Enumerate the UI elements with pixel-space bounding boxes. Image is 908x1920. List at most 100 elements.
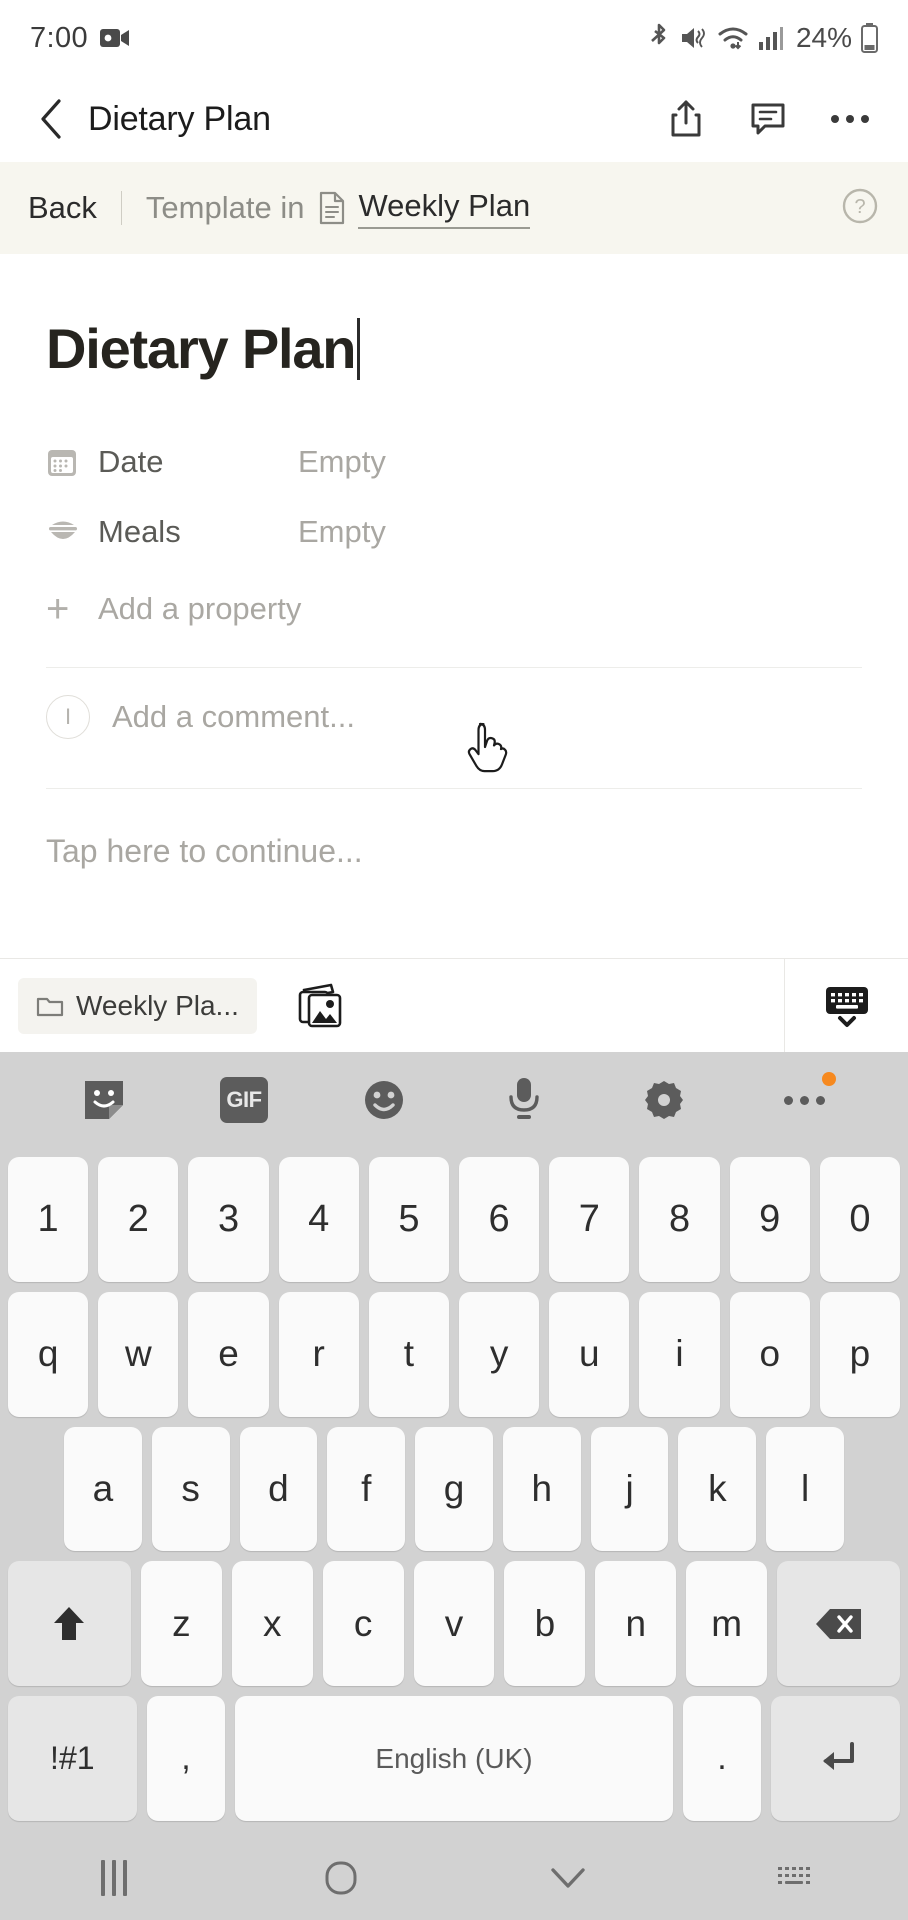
share-button[interactable] (662, 95, 710, 143)
comment-icon (749, 100, 787, 138)
keyboard-row-asdf: a s d f g h j k l (8, 1422, 900, 1557)
key-c[interactable]: c (322, 1561, 404, 1687)
key-d[interactable]: d (239, 1426, 318, 1552)
key-t[interactable]: t (368, 1291, 450, 1417)
keyboard-more-button[interactable] (768, 1064, 840, 1136)
key-8[interactable]: 8 (639, 1157, 720, 1282)
space-key[interactable]: English (UK) (235, 1696, 673, 1821)
key-s[interactable]: s (151, 1426, 230, 1552)
mute-vibrate-icon (680, 24, 708, 52)
gallery-images-icon (295, 983, 345, 1029)
microphone-icon (504, 1075, 544, 1125)
header-actions (662, 95, 880, 143)
key-u[interactable]: u (549, 1291, 630, 1417)
key-e[interactable]: e (188, 1291, 269, 1417)
shift-arrow-icon (50, 1603, 88, 1645)
key-a[interactable]: a (64, 1426, 142, 1552)
breadcrumb-template-label: Template in (145, 190, 305, 225)
property-value[interactable]: Empty (298, 514, 386, 550)
key-h[interactable]: h (502, 1426, 581, 1552)
key-y[interactable]: y (459, 1291, 540, 1417)
back-nav-button[interactable] (454, 1863, 681, 1893)
key-f[interactable]: f (327, 1426, 406, 1552)
parent-page-chip[interactable]: Weekly Pla... (18, 977, 257, 1034)
key-3[interactable]: 3 (188, 1157, 269, 1282)
home-button[interactable] (227, 1859, 454, 1897)
key-m[interactable]: m (686, 1561, 768, 1687)
key-x[interactable]: x (231, 1561, 313, 1687)
comma-key[interactable]: , (146, 1696, 226, 1821)
wifi-icon (717, 24, 749, 52)
symbols-key[interactable]: !#1 (8, 1696, 137, 1821)
breadcrumb-page-link[interactable]: Weekly Plan (358, 188, 531, 229)
breadcrumb: Back Template in Weekly Plan ? (0, 162, 908, 254)
keyboard-toolbar: GIF (0, 1052, 908, 1148)
chevron-down-icon (547, 1863, 589, 1893)
tap-to-continue-placeholder[interactable]: Tap here to continue... (46, 833, 862, 870)
recent-apps-button[interactable] (0, 1860, 227, 1896)
property-row-date[interactable]: Date Empty (46, 427, 862, 497)
key-6[interactable]: 6 (459, 1157, 540, 1282)
emoji-button[interactable] (348, 1064, 420, 1136)
key-p[interactable]: p (819, 1291, 901, 1417)
property-value[interactable]: Empty (298, 444, 386, 480)
back-button[interactable] (28, 96, 74, 142)
status-time: 7:00 (30, 21, 89, 54)
key-0[interactable]: 0 (819, 1157, 901, 1282)
breadcrumb-back-button[interactable]: Back (28, 190, 97, 226)
bowl-meal-icon (46, 516, 84, 548)
key-z[interactable]: z (140, 1561, 222, 1687)
key-5[interactable]: 5 (368, 1157, 450, 1282)
phone-screen: 7:00 24% Dietary Plan Back Template in W… (0, 0, 908, 1920)
gallery-button[interactable] (295, 983, 345, 1029)
status-bar-right: 24% (648, 22, 878, 54)
gif-icon: GIF (220, 1077, 268, 1123)
shift-key[interactable] (8, 1561, 131, 1687)
property-row-meals[interactable]: Meals Empty (46, 497, 862, 567)
hide-keyboard-button[interactable] (784, 959, 908, 1052)
key-w[interactable]: w (98, 1291, 179, 1417)
key-2[interactable]: 2 (98, 1157, 179, 1282)
backspace-key[interactable] (777, 1561, 900, 1687)
microphone-button[interactable] (488, 1064, 560, 1136)
enter-key[interactable] (771, 1696, 901, 1821)
add-property-button[interactable]: + Add a property (46, 573, 862, 645)
key-l[interactable]: l (766, 1426, 845, 1552)
key-b[interactable]: b (504, 1561, 586, 1687)
key-g[interactable]: g (415, 1426, 493, 1552)
keyboard-settings-button[interactable] (628, 1064, 700, 1136)
battery-icon (861, 23, 878, 53)
sticker-icon (81, 1077, 127, 1123)
key-9[interactable]: 9 (729, 1157, 810, 1282)
add-comment-row[interactable]: I Add a comment... (46, 668, 862, 766)
period-key[interactable]: . (682, 1696, 762, 1821)
key-1[interactable]: 1 (8, 1157, 89, 1282)
text-caret (357, 317, 361, 380)
key-j[interactable]: j (590, 1426, 669, 1552)
comment-button[interactable] (744, 95, 792, 143)
emoji-smiley-icon (360, 1076, 408, 1124)
key-o[interactable]: o (729, 1291, 810, 1417)
key-n[interactable]: n (595, 1561, 677, 1687)
page-body: Dietary Plan Date Empty Meals Empty + Ad… (0, 254, 908, 958)
folder-icon (36, 994, 64, 1018)
key-q[interactable]: q (8, 1291, 89, 1417)
sticker-button[interactable] (68, 1064, 140, 1136)
app-bottom-toolbar: Weekly Pla... (0, 958, 908, 1052)
key-r[interactable]: r (278, 1291, 359, 1417)
key-k[interactable]: k (678, 1426, 757, 1552)
keyboard-rows: 1 2 3 4 5 6 7 8 9 0 q w e r t y u i o p … (0, 1148, 908, 1836)
app-header: Dietary Plan (0, 76, 908, 162)
page-title[interactable]: Dietary Plan (46, 316, 862, 381)
property-label: Date (98, 444, 164, 479)
key-7[interactable]: 7 (549, 1157, 630, 1282)
key-i[interactable]: i (639, 1291, 720, 1417)
key-4[interactable]: 4 (278, 1157, 359, 1282)
property-label: Meals (98, 514, 181, 549)
gif-button[interactable]: GIF (208, 1064, 280, 1136)
key-v[interactable]: v (413, 1561, 495, 1687)
help-button[interactable]: ? (840, 186, 880, 231)
add-comment-placeholder: Add a comment... (112, 699, 355, 734)
more-options-button[interactable] (826, 95, 874, 143)
keyboard-switch-button[interactable] (681, 1863, 908, 1893)
